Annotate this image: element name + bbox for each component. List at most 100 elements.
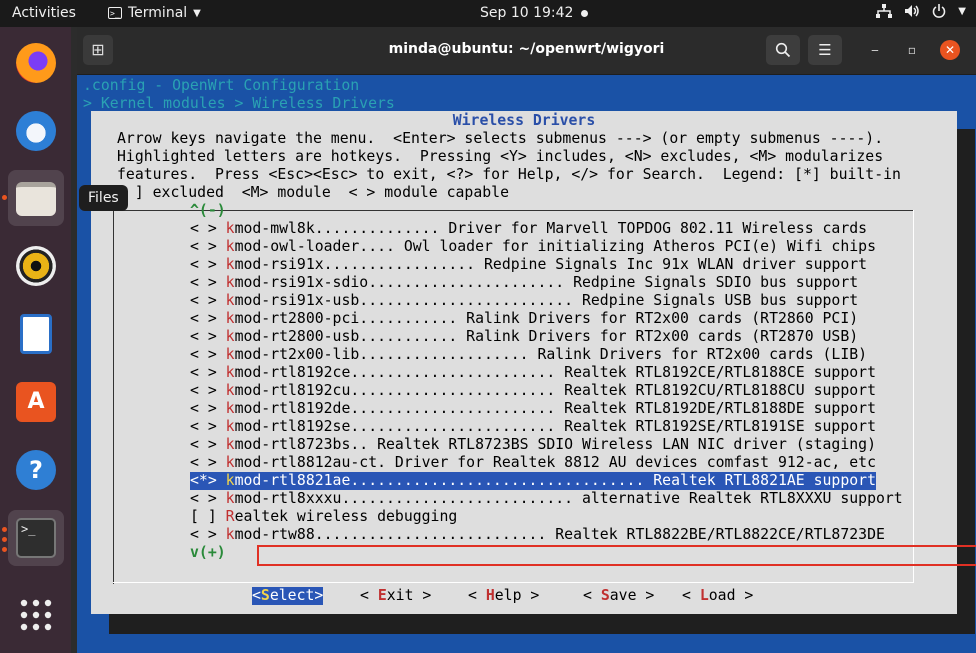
help-button[interactable]: < Help > xyxy=(468,587,539,605)
scroll-down-indicator[interactable]: v(+) xyxy=(190,544,226,562)
maximize-button[interactable]: ▫ xyxy=(902,40,922,60)
menu-item-hotkey: k xyxy=(225,490,235,507)
menu-item-hotkey: k xyxy=(225,436,235,453)
show-apps-button[interactable] xyxy=(8,587,64,643)
menu-item[interactable]: < > kmod-rtl8192se......................… xyxy=(190,418,876,436)
menu-item-label: mod-rtw88.......................... Real… xyxy=(234,526,885,543)
dock-thunderbird[interactable] xyxy=(8,103,64,159)
terminal-icon: >_ xyxy=(16,518,56,558)
menu-item-hotkey: k xyxy=(225,238,235,255)
notification-dot xyxy=(581,10,588,17)
button-hotkey: L xyxy=(699,587,709,604)
menu-item[interactable]: < > kmod-rsi91x-usb.....................… xyxy=(190,292,858,310)
firefox-icon xyxy=(16,43,56,83)
menu-item-label: mod-rtl8821ae...........................… xyxy=(234,472,876,489)
menu-item-hotkey: k xyxy=(225,454,235,471)
menu-item-label: mod-rt2x00-lib................... Ralink… xyxy=(234,346,868,363)
menu-item[interactable]: <*> kmod-rtl8821ae......................… xyxy=(190,472,876,490)
menu-item-hotkey: k xyxy=(225,310,235,327)
menu-box-border xyxy=(113,582,913,583)
menu-item[interactable]: < > kmod-rt2800-usb........... Ralink Dr… xyxy=(190,328,858,346)
minimize-button[interactable]: ‒ xyxy=(865,40,885,60)
menu-item[interactable]: [ ] Realtek wireless debugging xyxy=(190,508,457,526)
menu-item-state: < > xyxy=(190,346,226,363)
menu-item-hotkey: k xyxy=(225,400,235,417)
button-label-part: < xyxy=(468,587,486,604)
menu-item-state: < > xyxy=(190,274,226,291)
load-button[interactable]: < Load > xyxy=(682,587,753,605)
button-hotkey: S xyxy=(260,587,270,604)
help-text-line: [ ] excluded <M> module < > module capab… xyxy=(117,184,509,201)
folder-icon xyxy=(16,182,56,216)
grid-icon xyxy=(20,599,52,631)
menu-item-state: < > xyxy=(190,310,226,327)
menu-item[interactable]: < > kmod-rtl8192cu......................… xyxy=(190,382,876,400)
search-icon xyxy=(775,42,791,58)
menu-item[interactable]: < > kmod-rtl8xxxu.......................… xyxy=(190,490,903,508)
dock-tooltip: Files xyxy=(79,185,128,211)
menu-item[interactable]: < > kmod-rsi91x................. Redpine… xyxy=(190,256,867,274)
dock-software[interactable]: A xyxy=(8,374,64,430)
menu-item[interactable]: < > kmod-rtl8192ce......................… xyxy=(190,364,876,382)
app-menu[interactable]: >_ Terminal ▼ xyxy=(108,5,201,21)
select-button[interactable]: <Select> xyxy=(252,587,324,605)
menu-item-label: mod-rtl8xxxu.......................... a… xyxy=(234,490,903,507)
menu-item[interactable]: < > kmod-rt2800-pci........... Ralink Dr… xyxy=(190,310,858,328)
button-label-part: < xyxy=(583,587,601,604)
dock-firefox[interactable] xyxy=(8,35,64,91)
menu-item[interactable]: < > kmod-rtl8192de......................… xyxy=(190,400,876,418)
close-button[interactable]: ✕ xyxy=(940,40,960,60)
menu-box-border xyxy=(913,210,914,583)
app-menu-label: Terminal xyxy=(128,5,188,21)
menu-button[interactable]: ☰ xyxy=(808,35,842,65)
menu-item-state: < > xyxy=(190,454,226,471)
terminal-window: ⊞ minda@ubuntu: ~/openwrt/wigyori ☰ ‒ ▫ … xyxy=(77,27,976,653)
top-bar: Activities >_ Terminal ▼ Sep 10 19:42 ▼ xyxy=(0,0,976,27)
menu-item[interactable]: < > kmod-rtw88..........................… xyxy=(190,526,885,544)
dock-rhythmbox[interactable] xyxy=(8,238,64,294)
menu-item[interactable]: < > kmod-owl-loader.... Owl loader for i… xyxy=(190,238,876,256)
files-running-indicator xyxy=(2,195,7,200)
menu-item[interactable]: < > kmod-rtl8723bs.. Realtek RTL8723BS S… xyxy=(190,436,876,454)
hamburger-icon: ☰ xyxy=(818,41,832,59)
help-icon: ? xyxy=(16,450,56,490)
clock[interactable]: Sep 10 19:42 xyxy=(480,5,573,21)
menu-item-state: < > xyxy=(190,328,226,345)
button-label-part: < xyxy=(252,587,261,604)
dock-help[interactable]: ? xyxy=(8,442,64,498)
exit-button[interactable]: < Exit > xyxy=(360,587,431,605)
menu-item-label: mod-rt2800-usb........... Ralink Drivers… xyxy=(234,328,859,345)
dock-writer[interactable] xyxy=(8,306,64,362)
menu-item-state: < > xyxy=(190,292,226,309)
menu-item-label: mod-rtl8812au-ct. Driver for Realtek 881… xyxy=(234,454,876,471)
terminal-content[interactable]: .config - OpenWrt Configuration > Kernel… xyxy=(77,75,976,653)
thunderbird-icon xyxy=(16,111,56,151)
save-button[interactable]: < Save > xyxy=(583,587,654,605)
menu-item[interactable]: < > kmod-mwl8k.............. Driver for … xyxy=(190,220,867,238)
menu-item[interactable]: < > kmod-rt2x00-lib................... R… xyxy=(190,346,867,364)
close-icon: ✕ xyxy=(944,43,956,57)
config-title: .config - OpenWrt Configuration xyxy=(83,77,360,94)
menu-item-state: <*> xyxy=(190,472,226,489)
dock: A ? >_ xyxy=(0,27,71,653)
menu-item[interactable]: < > kmod-rtl8812au-ct. Driver for Realte… xyxy=(190,454,876,472)
menu-item-label: mod-rtl8192ce....................... Rea… xyxy=(234,364,876,381)
menu-item-hotkey: k xyxy=(225,328,235,345)
search-button[interactable] xyxy=(766,35,800,65)
menu-item-state: < > xyxy=(190,418,226,435)
menu-item-state: < > xyxy=(190,238,226,255)
menu-item-hotkey: R xyxy=(225,508,235,525)
menu-item-label: mod-rtl8192de....................... Rea… xyxy=(234,400,876,417)
document-icon xyxy=(20,314,52,354)
power-icon xyxy=(933,4,946,18)
help-text-line: Highlighted letters are hotkeys. Pressin… xyxy=(117,148,884,165)
activities-button[interactable]: Activities xyxy=(12,5,76,21)
dock-files[interactable] xyxy=(8,170,64,226)
system-tray[interactable]: ▼ xyxy=(876,4,966,18)
terminal-running-indicator xyxy=(2,547,7,552)
button-label-part: < xyxy=(360,587,378,604)
menu-item[interactable]: < > kmod-rsi91x-sdio....................… xyxy=(190,274,858,292)
scroll-up-indicator[interactable]: ^(-) xyxy=(190,202,226,220)
dock-terminal[interactable]: >_ xyxy=(8,510,64,566)
chevron-down-icon: ▼ xyxy=(958,5,966,17)
